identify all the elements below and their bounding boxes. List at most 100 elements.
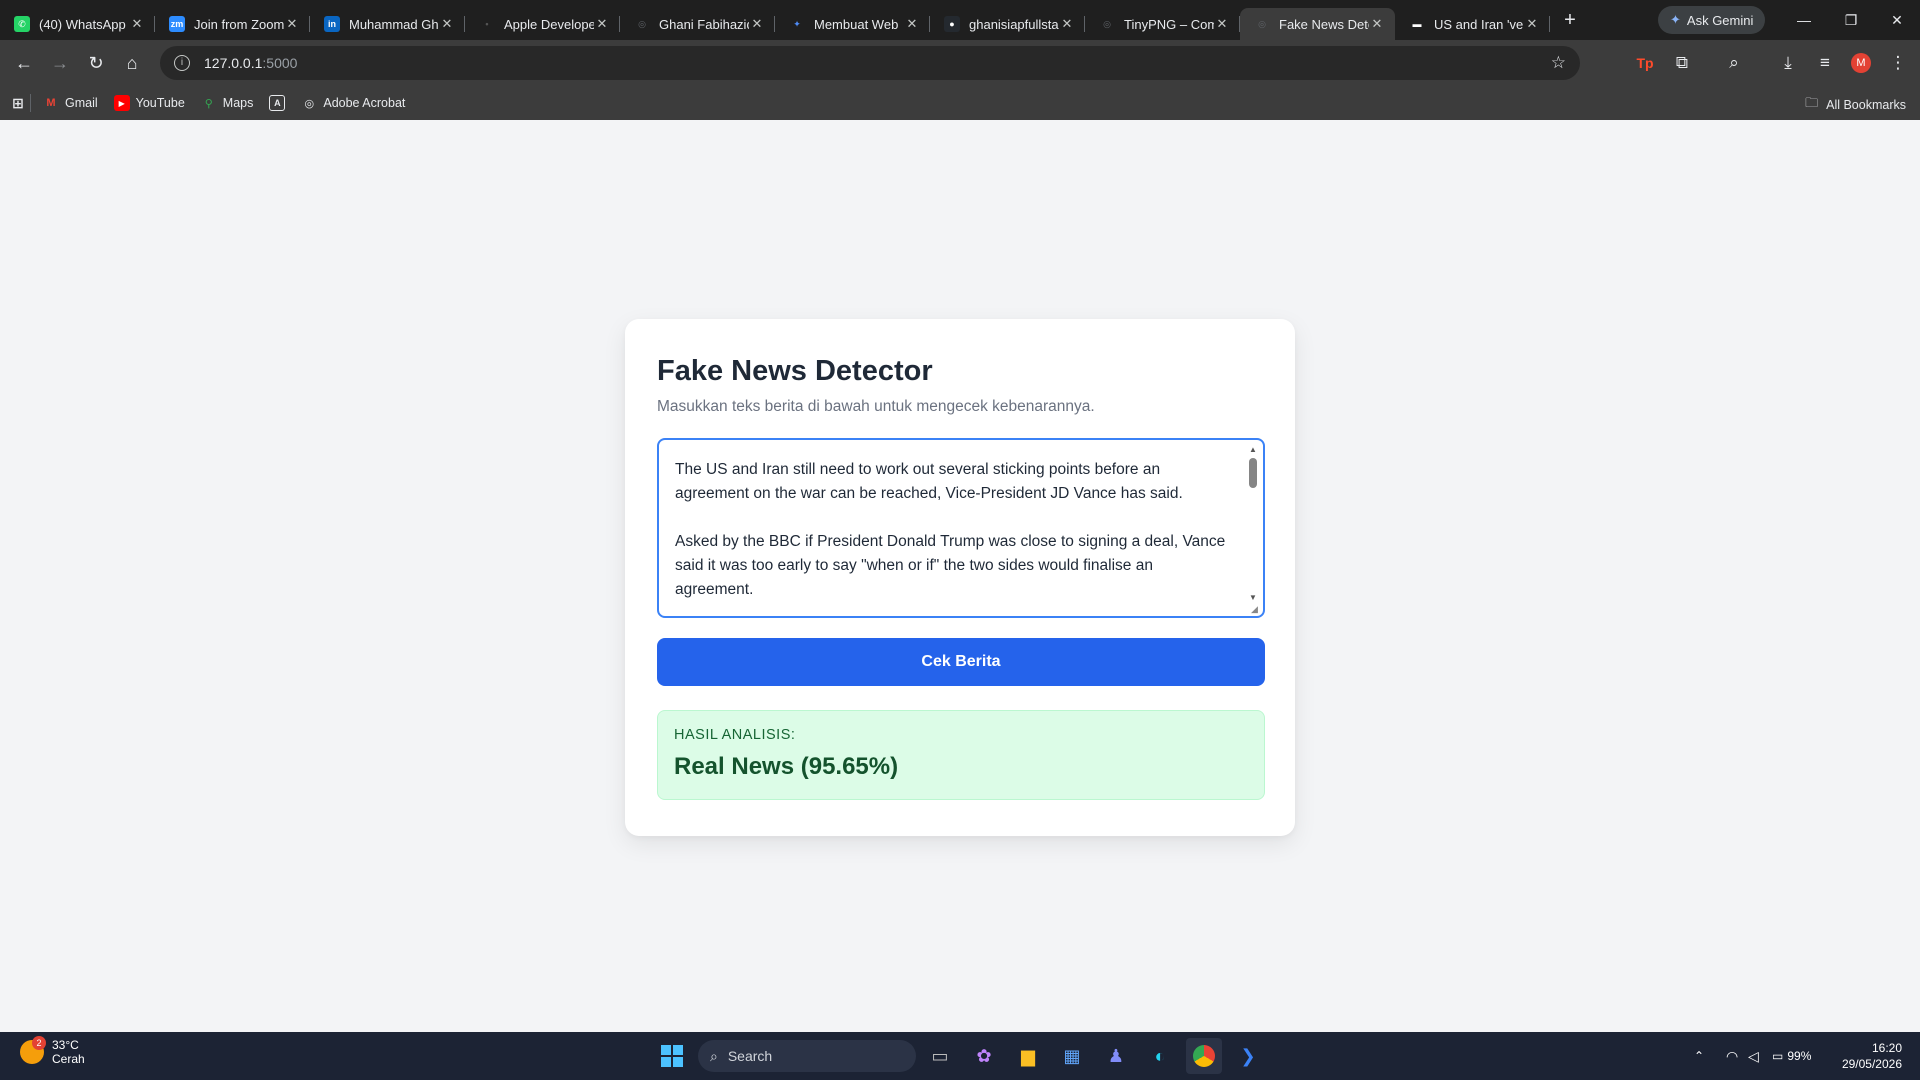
forward-button[interactable]: → — [42, 45, 78, 81]
windows-logo-icon — [661, 1045, 683, 1067]
copilot-icon[interactable]: ✿ — [966, 1038, 1002, 1074]
tab-5[interactable]: ✦ Membuat Web ✕ — [775, 8, 930, 40]
acrobat-icon: ◎ — [304, 97, 315, 110]
clock-date: 29/05/2026 — [1841, 1057, 1902, 1071]
apple-icon: • — [485, 19, 489, 29]
tab-title: ghanisiapfullsta — [969, 16, 1059, 32]
bookmark-acrobat-app[interactable]: A — [269, 95, 286, 111]
tab-strip: ✆ (40) WhatsApp ✕ zm Join from Zoom ✕ in Muhamm… — [0, 0, 1920, 40]
all-bookmarks-label: All Bookmarks — [1826, 98, 1906, 112]
task-view-icon[interactable]: ▭ — [922, 1038, 958, 1074]
tab-close-icon[interactable]: ✕ — [594, 16, 610, 32]
bbc-icon: ▬ — [1412, 19, 1422, 29]
scroll-down-icon[interactable]: ▼ — [1247, 592, 1259, 604]
teams-icon[interactable]: ♟ — [1098, 1038, 1134, 1074]
gemini-icon: ✦ — [1670, 12, 1681, 27]
url-port: :5000 — [262, 55, 298, 71]
tab-3[interactable]: • Apple Develope ✕ — [465, 8, 620, 40]
bookmarks-divider — [30, 94, 31, 112]
tab-4[interactable]: ◎ Ghani Fabihaziq ✕ — [620, 8, 775, 40]
download-icon[interactable]: ⤓ — [1770, 45, 1806, 81]
minimize-button[interactable]: — — [1781, 0, 1827, 40]
check-news-button[interactable]: Cek Berita — [657, 638, 1265, 686]
tab-2[interactable]: in Muhammad Gh ✕ — [310, 8, 465, 40]
bookmarks-bar: ⊞ M Gmail ▶ YouTube ⚲ Maps A ◎ Adobe Acr… — [0, 86, 1920, 120]
tab-close-icon[interactable]: ✕ — [1214, 16, 1230, 32]
chrome-taskbar-icon[interactable] — [1186, 1038, 1222, 1074]
tab-search-icon[interactable]: ⌕ — [1716, 45, 1752, 81]
weather-widget[interactable]: 2 33°C Cerah — [20, 1036, 85, 1066]
tab-title: (40) WhatsApp — [39, 16, 126, 32]
tab-close-icon[interactable]: ✕ — [749, 16, 765, 32]
detector-card: Fake News Detector Masukkan teks berita … — [625, 319, 1295, 836]
tab-9[interactable]: ▬ US and Iran 'ver ✕ — [1395, 8, 1550, 40]
tab-close-icon[interactable]: ✕ — [129, 16, 145, 32]
page-subtitle: Masukkan teks berita di bawah untuk meng… — [657, 398, 1095, 415]
news-text-content: The US and Iran still need to work out s… — [675, 461, 1226, 598]
taskbar: 2 33°C Cerah ⌕ Search ▭ ✿ ▆ ▦ ♟ ◐ ❯ ⌃ ◠ … — [0, 1032, 1920, 1080]
scroll-thumb[interactable] — [1249, 458, 1257, 488]
battery-icon: ▭ — [1772, 1049, 1784, 1063]
tab-title: TinyPNG – Com — [1124, 16, 1214, 32]
page-viewport: Fake News Detector Masukkan teks berita … — [0, 120, 1920, 1032]
clock[interactable]: 16:20 29/05/2026 — [1842, 1040, 1902, 1072]
ask-gemini-button[interactable]: ✦ Ask Gemini — [1658, 6, 1766, 34]
tab-6[interactable]: ● ghanisiapfullsta ✕ — [930, 8, 1085, 40]
address-bar[interactable]: i 127.0.0.1:5000 ☆ — [160, 46, 1580, 80]
new-tab-button[interactable]: + — [1554, 4, 1586, 36]
all-bookmarks-button[interactable]: 🗀 All Bookmarks — [1805, 94, 1906, 116]
volume-icon[interactable]: ◁ — [1748, 1032, 1759, 1080]
textarea-scrollbar[interactable]: ▲ ▼ — [1247, 444, 1259, 610]
restore-button[interactable]: ❐ — [1828, 0, 1874, 40]
profile-button[interactable]: M — [1843, 45, 1879, 81]
bookmark-maps[interactable]: ⚲ Maps — [201, 95, 254, 111]
result-panel: HASIL ANALISIS: Real News (95.65%) — [657, 710, 1265, 800]
globe-icon: ◎ — [1258, 18, 1266, 29]
tab-separator — [1549, 16, 1550, 32]
battery-indicator[interactable]: ▭ 99% — [1772, 1032, 1811, 1080]
extensions-icon[interactable]: ⧉ — [1664, 45, 1700, 81]
start-button[interactable] — [654, 1038, 690, 1074]
edge-icon[interactable]: ◐ — [1142, 1038, 1178, 1074]
page-title: Fake News Detector — [657, 355, 933, 387]
resize-grip-icon[interactable]: ◢ — [1251, 604, 1261, 614]
tab-title: US and Iran 'ver — [1434, 16, 1524, 32]
tab-1[interactable]: zm Join from Zoom ✕ — [155, 8, 310, 40]
tinypng-extension-icon[interactable]: Tp — [1627, 45, 1663, 81]
home-button[interactable]: ⌂ — [114, 45, 150, 81]
bookmark-gmail[interactable]: M Gmail — [43, 95, 98, 111]
microsoft-store-icon[interactable]: ▦ — [1054, 1038, 1090, 1074]
tab-title: Ghani Fabihaziq — [659, 16, 749, 32]
taskbar-search[interactable]: ⌕ Search — [698, 1040, 916, 1072]
wifi-icon[interactable]: ◠ — [1726, 1032, 1738, 1080]
tab-close-icon[interactable]: ✕ — [1369, 16, 1385, 32]
tab-close-icon[interactable]: ✕ — [284, 16, 300, 32]
tab-close-icon[interactable]: ✕ — [439, 16, 455, 32]
bookmark-adobe-acrobat[interactable]: ◎ Adobe Acrobat — [301, 95, 406, 111]
bookmark-star-icon[interactable]: ☆ — [1551, 53, 1566, 73]
tab-close-icon[interactable]: ✕ — [1524, 16, 1540, 32]
tab-title: Fake News Dete — [1279, 16, 1369, 32]
vscode-icon[interactable]: ❯ — [1230, 1038, 1266, 1074]
tab-0[interactable]: ✆ (40) WhatsApp ✕ — [0, 8, 155, 40]
tab-close-icon[interactable]: ✕ — [1059, 16, 1075, 32]
tray-overflow-icon[interactable]: ⌃ — [1694, 1032, 1704, 1080]
tab-title: Join from Zoom — [194, 16, 284, 32]
battery-percentage: 99% — [1787, 1049, 1812, 1063]
news-textarea[interactable]: The US and Iran still need to work out s… — [657, 438, 1265, 618]
tab-close-icon[interactable]: ✕ — [904, 16, 920, 32]
menu-icon[interactable]: ⋮ — [1880, 45, 1916, 81]
github-icon: ● — [944, 16, 960, 32]
reload-button[interactable]: ↻ — [78, 45, 114, 81]
tab-8[interactable]: ◎ Fake News Dete ✕ — [1240, 8, 1395, 40]
apps-grid-icon[interactable]: ⊞ — [10, 95, 26, 111]
tab-7[interactable]: ◎ TinyPNG – Com ✕ — [1085, 8, 1240, 40]
file-explorer-icon[interactable]: ▆ — [1010, 1038, 1046, 1074]
scroll-up-icon[interactable]: ▲ — [1247, 444, 1259, 456]
bookmark-label: Gmail — [65, 96, 98, 110]
media-controls-icon[interactable]: ≡ — [1807, 45, 1843, 81]
close-window-button[interactable]: ✕ — [1874, 0, 1920, 40]
back-button[interactable]: ← — [6, 45, 42, 81]
site-info-icon[interactable]: i — [174, 55, 190, 71]
bookmark-youtube[interactable]: ▶ YouTube — [113, 95, 185, 111]
